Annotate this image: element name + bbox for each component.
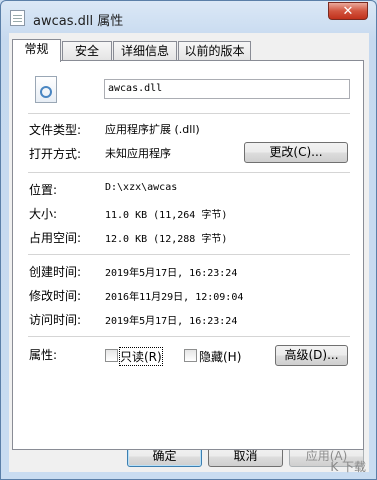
accessed-label: 访问时间: xyxy=(29,313,82,327)
hidden-checkbox[interactable]: 隐藏(H) xyxy=(184,348,246,365)
created-label: 创建时间: xyxy=(29,265,82,279)
dialog-client: 常规 安全 详细信息 以前的版本 awcas.dll 文件类型: 应用程序扩展 … xyxy=(9,33,369,472)
general-panel: awcas.dll 文件类型: 应用程序扩展 (.dll) 打开方式: 未知应用… xyxy=(12,60,364,450)
readonly-label[interactable]: 只读(R) xyxy=(119,347,163,366)
dll-file-icon xyxy=(35,76,57,103)
modified-label: 修改时间: xyxy=(29,289,82,303)
location-label: 位置: xyxy=(29,183,58,197)
created-value: 2019年5月17日, 16:23:24 xyxy=(105,268,238,279)
size-on-disk-label: 占用空间: xyxy=(29,231,82,245)
file-icon xyxy=(10,10,25,26)
location-value: D:\xzx\awcas xyxy=(105,182,178,193)
watermark: K 下载 xyxy=(330,460,366,474)
tab-previous-versions[interactable]: 以前的版本 xyxy=(178,41,251,61)
size-on-disk-value: 12.0 KB (12,288 字节) xyxy=(105,234,228,245)
size-label: 大小: xyxy=(29,207,58,221)
tab-details[interactable]: 详细信息 xyxy=(113,41,177,61)
window-title: awcas.dll 属性 xyxy=(33,14,124,29)
tab-security[interactable]: 安全 xyxy=(62,41,112,61)
divider xyxy=(28,172,350,173)
title-bar[interactable]: awcas.dll 属性 ✕ xyxy=(1,1,376,35)
divider xyxy=(28,336,350,337)
properties-window: awcas.dll 属性 ✕ 常规 安全 详细信息 以前的版本 awcas.dl… xyxy=(0,0,377,480)
accessed-value: 2019年5月17日, 16:23:24 xyxy=(105,316,238,327)
close-button[interactable]: ✕ xyxy=(328,2,368,20)
readonly-checkbox-box[interactable] xyxy=(105,349,118,362)
file-name-field[interactable]: awcas.dll xyxy=(104,79,350,99)
open-with-label: 打开方式: xyxy=(29,147,82,161)
tab-general[interactable]: 常规 xyxy=(12,39,61,62)
readonly-checkbox[interactable]: 只读(R) xyxy=(105,347,167,366)
hidden-checkbox-box[interactable] xyxy=(184,349,197,362)
size-value: 11.0 KB (11,264 字节) xyxy=(105,210,228,221)
advanced-button[interactable]: 高级(D)... xyxy=(275,345,348,366)
divider xyxy=(28,113,350,114)
hidden-label[interactable]: 隐藏(H) xyxy=(199,348,241,365)
divider xyxy=(28,254,350,255)
file-type-value: 应用程序扩展 (.dll) xyxy=(105,123,200,136)
open-with-value: 未知应用程序 xyxy=(105,147,171,160)
change-button[interactable]: 更改(C)... xyxy=(244,142,348,163)
modified-value: 2016年11月29日, 12:09:04 xyxy=(105,292,244,303)
file-type-label: 文件类型: xyxy=(29,123,82,137)
attributes-label: 属性: xyxy=(29,348,58,362)
